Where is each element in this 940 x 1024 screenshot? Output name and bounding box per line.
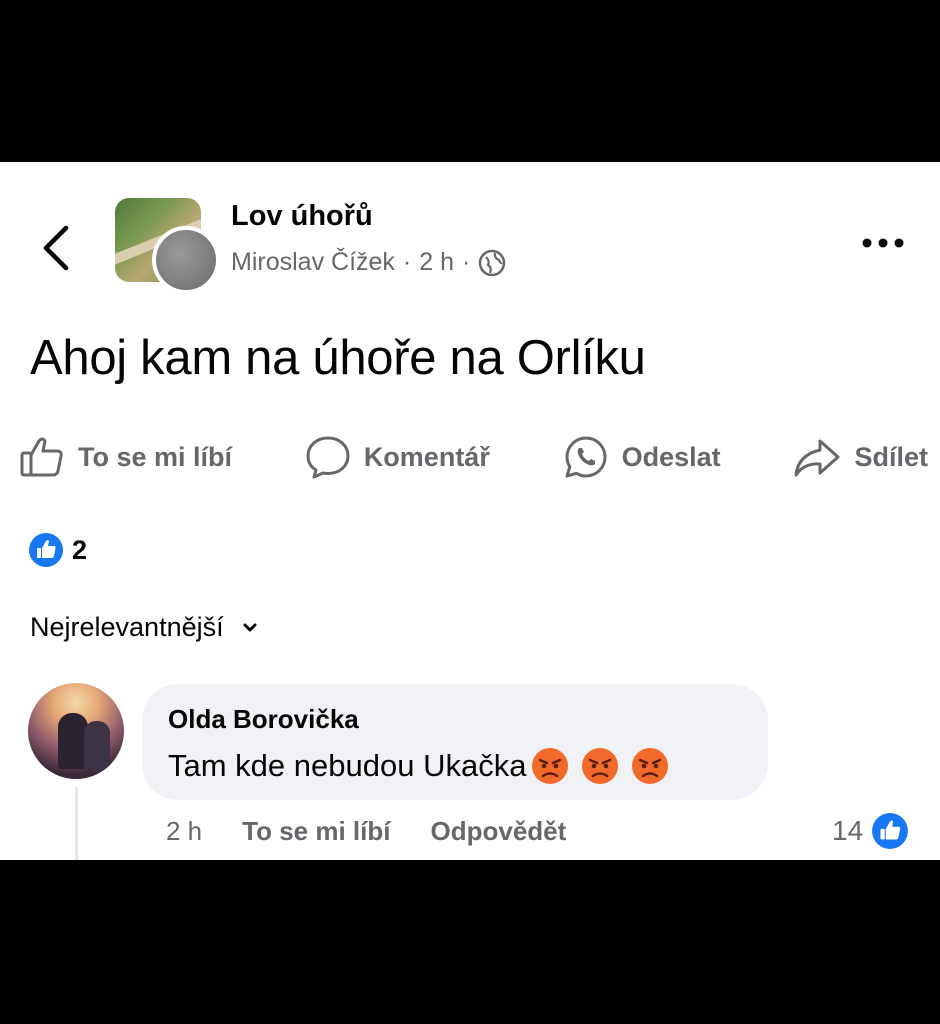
comment-reply-button[interactable]: Odpovědět xyxy=(430,816,566,847)
author-name[interactable]: Miroslav Čížek xyxy=(231,248,395,277)
comment-time[interactable]: 2 h xyxy=(166,816,202,847)
send-label: Odeslat xyxy=(621,441,721,472)
post-meta: Miroslav Čížek · 2 h · xyxy=(231,248,506,277)
send-button[interactable]: Odeslat xyxy=(562,433,721,481)
group-name[interactable]: Lov úhořů xyxy=(231,200,373,233)
like-label: To se mi líbí xyxy=(78,441,233,472)
author-avatar[interactable] xyxy=(152,226,220,294)
whatsapp-icon xyxy=(565,436,607,478)
chevron-down-icon xyxy=(243,623,257,631)
commenter-name[interactable]: Olda Borovička xyxy=(168,704,359,735)
reaction-count: 2 xyxy=(72,534,88,565)
comment-reaction-count: 14 xyxy=(832,815,864,846)
comment-button[interactable]: Komentář xyxy=(304,433,490,481)
comment-label: Komentář xyxy=(363,441,490,472)
comment-meta: 2 h To se mi líbí Odpovědět xyxy=(166,816,566,847)
reactions-summary[interactable]: 2 xyxy=(28,532,87,568)
comment-text: Tam kde nebudou Ukačka xyxy=(168,746,670,786)
comment-reactions[interactable]: 14 xyxy=(832,812,909,850)
comment-like-button[interactable]: To se mi líbí xyxy=(242,816,390,847)
comment-body: Tam kde nebudou Ukačka xyxy=(168,748,527,783)
comment-bubble-icon xyxy=(306,436,350,479)
back-button[interactable] xyxy=(36,218,76,278)
like-reaction-icon xyxy=(29,533,63,567)
sort-label: Nejrelevantnější xyxy=(30,612,224,642)
like-button[interactable]: To se mi líbí xyxy=(18,433,232,481)
more-options-button[interactable] xyxy=(858,230,908,256)
commenter-avatar[interactable] xyxy=(28,683,124,779)
like-reaction-icon xyxy=(872,813,909,849)
action-bar: To se mi líbí Komentář Odeslat Sdílet xyxy=(18,432,928,482)
share-button[interactable]: Sdílet xyxy=(792,433,928,481)
meta-separator: · xyxy=(402,248,412,276)
share-label: Sdílet xyxy=(854,441,928,472)
chevron-left-icon xyxy=(43,225,69,271)
globe-icon xyxy=(479,249,506,276)
angry-face-emoji-icon xyxy=(632,748,669,784)
more-dots-icon xyxy=(862,238,904,248)
share-arrow-icon xyxy=(794,439,840,477)
avatar-figure xyxy=(84,721,110,771)
meta-separator-2: · xyxy=(462,248,471,276)
post-text: Ahoj kam na úhoře na Orlíku xyxy=(30,331,646,385)
comment-sort-dropdown[interactable]: Nejrelevantnější xyxy=(30,612,258,643)
angry-face-emoji-icon xyxy=(532,748,569,784)
post-screen: Lov úhořů Miroslav Čížek · 2 h · Ahoj ka… xyxy=(0,162,940,860)
thumbs-up-icon xyxy=(20,437,63,477)
thread-line xyxy=(75,787,78,860)
angry-face-emoji-icon xyxy=(582,748,619,784)
post-time[interactable]: 2 h xyxy=(419,248,454,277)
